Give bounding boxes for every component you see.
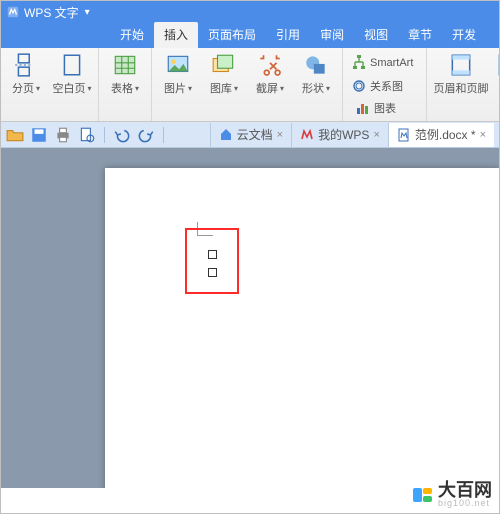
app-logo-icon [6,5,20,19]
open-folder-icon[interactable] [6,126,24,144]
highlight-box [185,228,239,294]
page-break-label: 分页 [12,80,34,96]
wps-icon [300,128,314,142]
gallery-label: 图库 [210,80,232,96]
doctab-document[interactable]: 范例.docx * × [388,123,494,147]
close-icon[interactable]: × [480,129,486,141]
chart-icon [355,100,371,116]
document-area[interactable]: ～～ [0,148,500,488]
chart-label: 图表 [374,100,396,116]
ribbon: 分页▾ 空白页▾ 表格▾ 图片▾ 图库▾ 截屏▾ [0,48,500,122]
watermark-sub: big100.net [438,499,492,508]
header-footer-button[interactable]: 页眉和页脚 [431,52,491,96]
page-number-button[interactable]: # 页 [493,52,500,96]
table-icon [112,52,138,78]
watermark-logo-icon [413,488,432,502]
close-icon[interactable]: × [277,129,283,141]
shape-icon [303,52,329,78]
title-bar: WPS 文字 ▾ [0,0,500,24]
separator [104,127,105,143]
doctab-cloud[interactable]: 云文档 × [210,123,291,147]
blank-page-label: 空白页 [52,80,85,96]
print-preview-icon[interactable] [78,126,96,144]
document-page[interactable]: ～～ [105,168,500,488]
menu-start[interactable]: 开始 [110,22,154,48]
table-label: 表格 [111,80,133,96]
save-icon[interactable] [30,126,48,144]
caret-icon: ▾ [234,84,238,93]
ribbon-group-illustrations: 图片▾ 图库▾ 截屏▾ 形状▾ [152,48,343,121]
caret-icon: ▾ [135,84,139,93]
quick-access-bar: 云文档 × 我的WPS × 范例.docx * × [0,122,500,148]
gallery-button[interactable]: 图库▾ [202,52,246,96]
page-number-icon: # [494,52,500,78]
screenshot-button[interactable]: 截屏▾ [248,52,292,96]
picture-icon [165,52,191,78]
ribbon-group-diagrams: SmartArt 关系图 图表 在线图表 [343,48,427,121]
blank-page-button[interactable]: 空白页▾ [50,52,94,96]
caret-icon: ▾ [280,84,284,93]
separator [163,127,164,143]
smartart-icon [351,55,367,71]
shape-button[interactable]: 形状▾ [294,52,338,96]
ribbon-group-header: 页眉和页脚 # 页 [427,48,500,121]
doctab-cloud-label: 云文档 [237,126,273,143]
header-footer-label: 页眉和页脚 [434,80,489,96]
page-break-icon [13,52,39,78]
document-tabs: 云文档 × 我的WPS × 范例.docx * × [210,122,494,147]
menu-view[interactable]: 视图 [354,22,398,48]
page-break-button[interactable]: 分页▾ [4,52,48,96]
doctab-document-label: 范例.docx * [415,126,476,143]
checkbox-glyph [208,250,217,259]
redo-icon[interactable] [137,126,155,144]
doc-file-icon [397,128,411,142]
table-button[interactable]: 表格▾ [103,52,147,96]
smartart-label: SmartArt [370,57,413,69]
chart-button[interactable]: 图表 [351,97,422,119]
caret-icon: ▾ [87,84,91,93]
shape-label: 形状 [302,80,324,96]
menu-bar: 开始 插入 页面布局 引用 审阅 视图 章节 开发 [0,24,500,48]
caret-icon: ▾ [188,84,192,93]
app-menu-caret-icon[interactable]: ▾ [85,7,90,18]
menu-references[interactable]: 引用 [266,22,310,48]
ribbon-group-table: 表格▾ [99,48,152,121]
menu-developer[interactable]: 开发 [442,22,486,48]
watermark: 大百网 big100.net [413,481,492,508]
menu-insert[interactable]: 插入 [154,22,198,48]
picture-button[interactable]: 图片▾ [156,52,200,96]
close-icon[interactable]: × [373,129,379,141]
menu-sections[interactable]: 章节 [398,22,442,48]
menu-page-layout[interactable]: 页面布局 [198,22,266,48]
app-title: WPS 文字 [24,4,79,21]
relation-label: 关系图 [370,78,403,94]
header-footer-icon [448,52,474,78]
caret-icon: ▾ [36,84,40,93]
doctab-mywps-label: 我的WPS [318,126,369,143]
caret-icon: ▾ [326,84,330,93]
blank-page-icon [59,52,85,78]
cloud-doc-icon [219,128,233,142]
ribbon-group-pages: 分页▾ 空白页▾ [0,48,99,121]
checkbox-glyph [208,268,217,277]
menu-review[interactable]: 审阅 [310,22,354,48]
relation-button[interactable]: 关系图 [347,75,417,97]
relation-icon [351,78,367,94]
watermark-title: 大百网 [438,481,492,499]
picture-label: 图片 [164,80,186,96]
print-icon[interactable] [54,126,72,144]
doctab-mywps[interactable]: 我的WPS × [291,123,388,147]
screenshot-label: 截屏 [256,80,278,96]
smartart-button[interactable]: SmartArt [347,52,417,74]
screenshot-icon [257,52,283,78]
undo-icon[interactable] [113,126,131,144]
gallery-icon [211,52,237,78]
